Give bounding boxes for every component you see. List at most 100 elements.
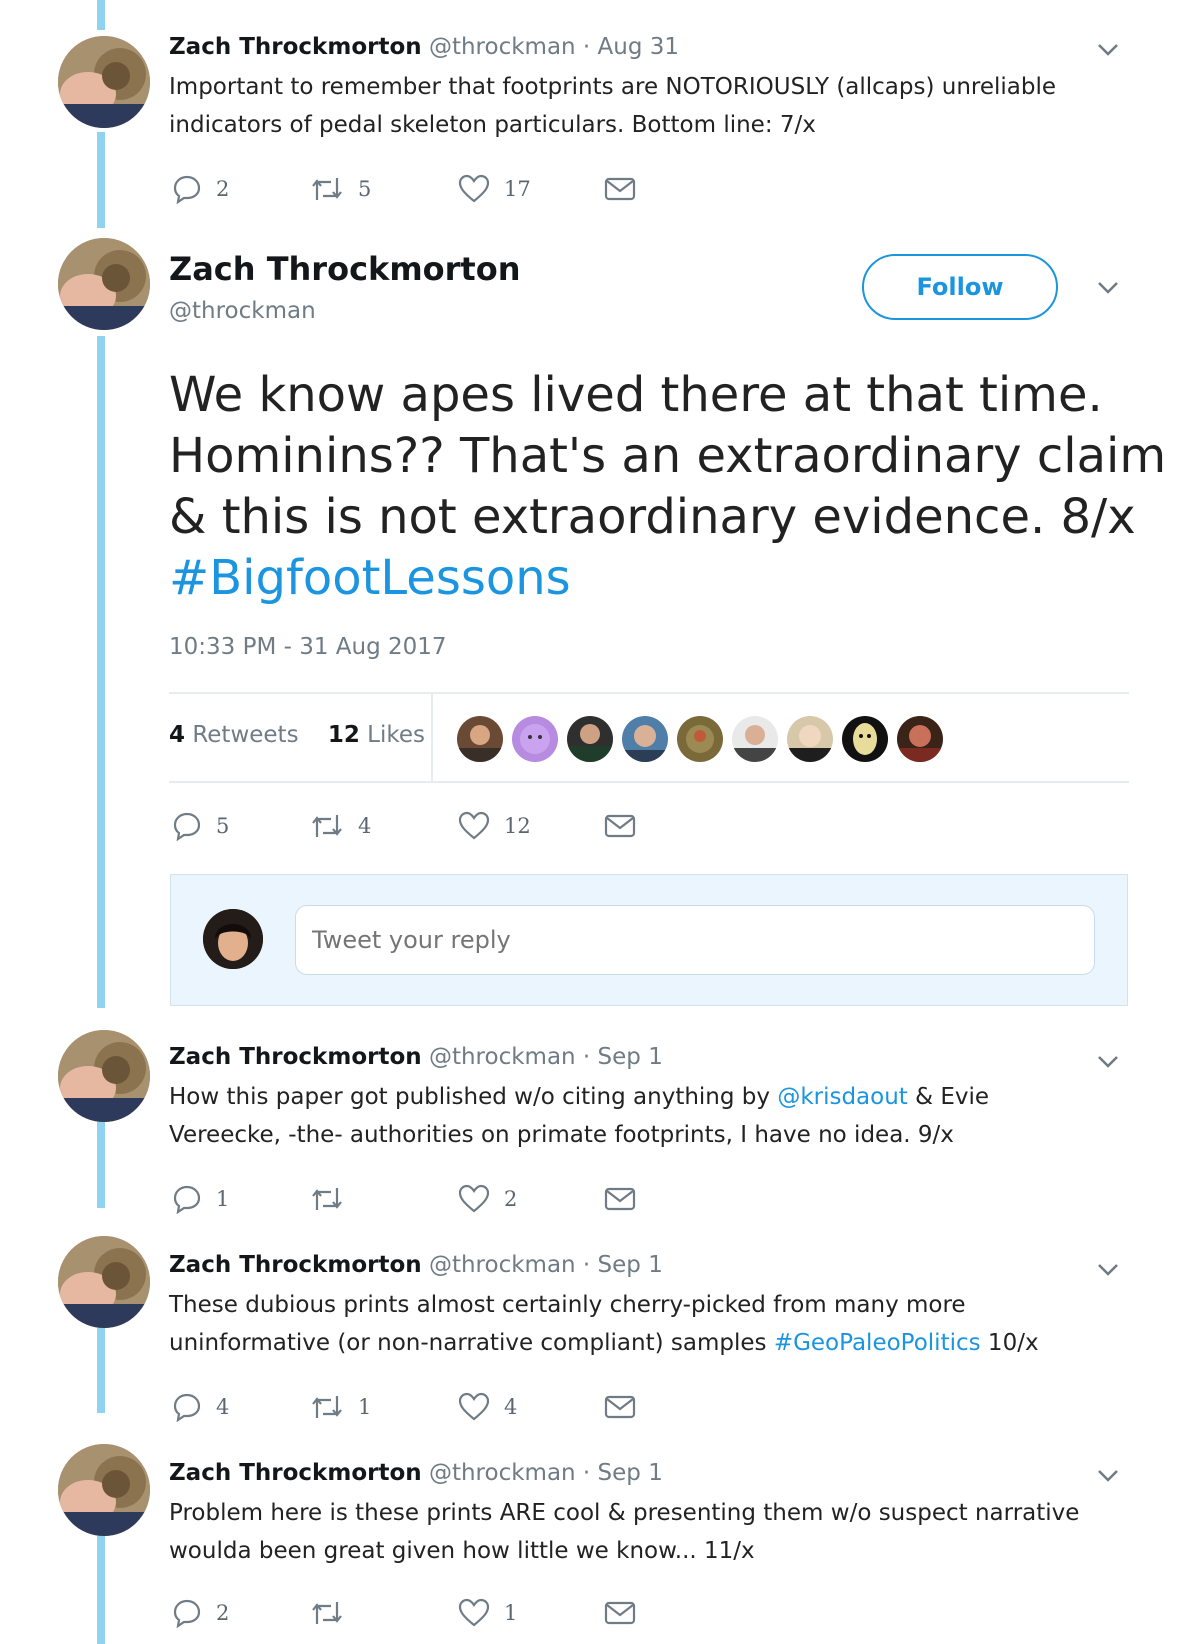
tweet-timestamp[interactable]: 10:33 PM - 31 Aug 2017 xyxy=(169,634,447,660)
tweet-actions: 2 1 xyxy=(172,1596,692,1630)
liker-avatar[interactable] xyxy=(457,716,503,762)
avatar[interactable] xyxy=(58,1030,150,1122)
retweet-button[interactable] xyxy=(310,1596,358,1630)
reply-button[interactable]: 1 xyxy=(172,1182,229,1216)
like-button[interactable]: 17 xyxy=(458,172,531,206)
like-count: 12 xyxy=(504,814,531,838)
retweet-button[interactable]: 5 xyxy=(310,172,371,206)
like-button[interactable]: 1 xyxy=(458,1596,517,1630)
like-button[interactable]: 2 xyxy=(458,1182,517,1216)
direct-message-button[interactable] xyxy=(604,809,636,843)
tweet-actions: 2 5 17 xyxy=(172,172,692,206)
reply-button[interactable]: 2 xyxy=(172,172,229,206)
avatar[interactable] xyxy=(58,238,150,330)
direct-message-icon xyxy=(604,813,636,839)
liker-avatar[interactable] xyxy=(622,716,668,762)
like-icon xyxy=(458,1392,490,1422)
tweet-header: Zach Throckmorton @throckman · Aug 31 xyxy=(169,34,679,60)
tweet-text: These dubious prints almost certainly ch… xyxy=(169,1286,1089,1362)
author-name[interactable]: Zach Throckmorton xyxy=(169,1252,422,1278)
thread-line xyxy=(97,1530,105,1644)
tweet-line: indicators of pedal skeleton particulars… xyxy=(169,112,816,138)
tweet-text: Important to remember that footprints ar… xyxy=(169,68,1089,144)
author-name[interactable]: Zach Throckmorton xyxy=(169,1460,422,1486)
liker-avatar[interactable] xyxy=(677,716,723,762)
direct-message-icon xyxy=(604,1186,636,1212)
author-name[interactable]: Zach Throckmorton xyxy=(169,34,422,60)
reply-icon xyxy=(172,174,202,204)
retweets-stat[interactable]: 4 Retweets xyxy=(169,722,299,748)
retweet-button[interactable] xyxy=(310,1182,358,1216)
liker-avatar[interactable] xyxy=(842,716,888,762)
tweet-text: We know apes lived there at that time. H… xyxy=(169,365,1167,609)
direct-message-icon xyxy=(604,1600,636,1626)
divider xyxy=(169,781,1129,783)
reply-count: 2 xyxy=(216,1601,230,1625)
liker-avatar[interactable] xyxy=(897,716,943,762)
reply-icon xyxy=(172,1184,202,1214)
retweet-count: 5 xyxy=(358,177,372,201)
avatar[interactable] xyxy=(58,1444,150,1536)
hashtag-link[interactable]: #BigfootLessons xyxy=(169,548,1129,609)
tweet-line: These dubious prints almost certainly ch… xyxy=(169,1292,966,1318)
chevron-down-icon[interactable] xyxy=(1096,1262,1120,1278)
tweet-line: & this is not extraordinary evidence. 8/… xyxy=(169,489,1136,545)
tweet-actions: 5 4 12 xyxy=(172,809,692,843)
reply-button[interactable]: 4 xyxy=(172,1390,229,1424)
reply-icon xyxy=(172,811,202,841)
reply-count: 1 xyxy=(216,1187,230,1211)
direct-message-icon xyxy=(604,176,636,202)
direct-message-button[interactable] xyxy=(604,1182,636,1216)
retweet-button[interactable]: 1 xyxy=(310,1390,371,1424)
retweet-count: 4 xyxy=(358,814,372,838)
reply-icon xyxy=(172,1598,202,1628)
direct-message-button[interactable] xyxy=(604,1390,636,1424)
chevron-down-icon[interactable] xyxy=(1096,1054,1120,1070)
author-name[interactable]: Zach Throckmorton xyxy=(169,1044,422,1070)
liker-avatar[interactable] xyxy=(732,716,778,762)
author-handle[interactable]: @throckman xyxy=(169,298,316,324)
retweet-button[interactable]: 4 xyxy=(310,809,371,843)
liker-avatar[interactable] xyxy=(567,716,613,762)
follow-button[interactable]: Follow xyxy=(862,254,1058,320)
reply-button[interactable]: 2 xyxy=(172,1596,229,1630)
reply-composer xyxy=(170,874,1128,1006)
author-name[interactable]: Zach Throckmorton xyxy=(169,250,520,288)
retweet-icon xyxy=(310,1392,344,1422)
direct-message-button[interactable] xyxy=(604,172,636,206)
tweet-text: How this paper got published w/o citing … xyxy=(169,1078,1089,1154)
like-button[interactable]: 12 xyxy=(458,809,531,843)
chevron-down-icon[interactable] xyxy=(1096,280,1120,296)
retweet-count: 1 xyxy=(358,1395,372,1419)
tweet-line: We know apes lived there at that time. xyxy=(169,367,1103,423)
likes-stat[interactable]: 12 Likes xyxy=(328,722,425,748)
reply-icon xyxy=(172,1392,202,1422)
reply-count: 5 xyxy=(216,814,230,838)
chevron-down-icon[interactable] xyxy=(1096,1468,1120,1484)
direct-message-icon xyxy=(604,1394,636,1420)
tweet-meta[interactable]: @throckman · Sep 1 xyxy=(429,1460,663,1486)
tweet-stats: 4 Retweets 12 Likes xyxy=(169,722,425,748)
tweet-meta[interactable]: @throckman · Aug 31 xyxy=(429,34,679,60)
user-avatar[interactable] xyxy=(203,909,263,969)
avatar[interactable] xyxy=(58,1236,150,1328)
tweet-line: How this paper got published w/o citing … xyxy=(169,1084,990,1110)
reply-input[interactable] xyxy=(295,905,1095,975)
mention-link[interactable]: @krisdaout xyxy=(777,1084,908,1110)
tweet-meta[interactable]: @throckman · Sep 1 xyxy=(429,1044,663,1070)
like-count: 17 xyxy=(504,177,531,201)
thread-line xyxy=(97,0,105,30)
tweet-meta[interactable]: @throckman · Sep 1 xyxy=(429,1252,663,1278)
liker-avatar[interactable] xyxy=(512,716,558,762)
like-button[interactable]: 4 xyxy=(458,1390,517,1424)
tweet-line: Important to remember that footprints ar… xyxy=(169,74,1057,100)
chevron-down-icon[interactable] xyxy=(1096,42,1120,58)
tweet-line: Hominins?? That's an extraordinary claim xyxy=(169,428,1167,484)
direct-message-button[interactable] xyxy=(604,1596,636,1630)
tweet-line: woulda been great given how little we kn… xyxy=(169,1538,755,1564)
liker-avatar[interactable] xyxy=(787,716,833,762)
hashtag-link[interactable]: #GeoPaleoPolitics xyxy=(774,1330,981,1356)
reply-button[interactable]: 5 xyxy=(172,809,229,843)
avatar[interactable] xyxy=(58,36,150,128)
reply-count: 4 xyxy=(216,1395,230,1419)
